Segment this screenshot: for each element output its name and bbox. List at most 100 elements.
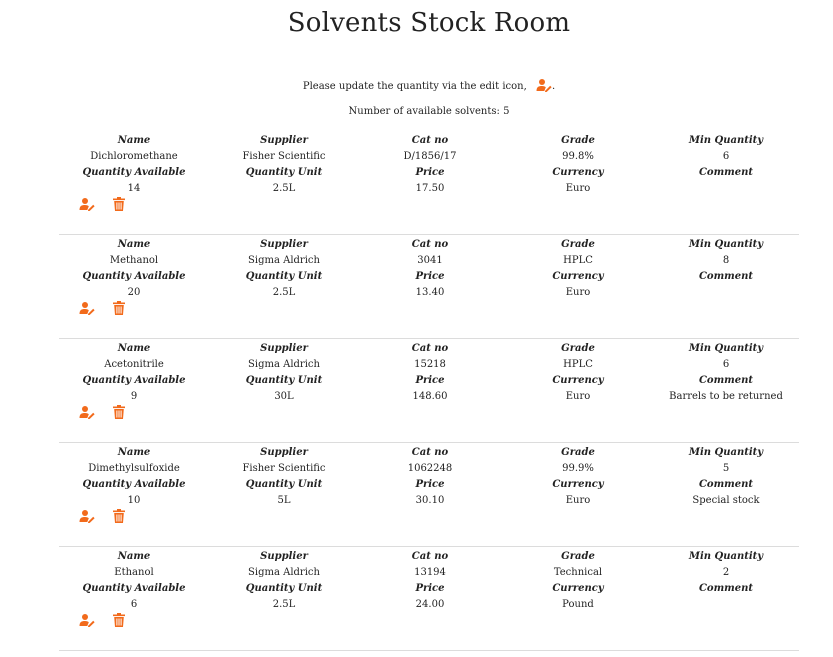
name-column: Name Acetonitrile Quantity Available 9	[59, 341, 209, 405]
count-label: Number of available solvents:	[348, 106, 500, 117]
min-quantity-header: Min Quantity	[688, 135, 764, 146]
grade-header: Grade	[561, 343, 595, 354]
solvent-name: Methanol	[109, 255, 159, 266]
min-quantity-column: Min Quantity 6 Comment Barrels to be ret…	[651, 341, 801, 405]
quantity-available-header: Quantity Available	[82, 271, 186, 282]
currency-value: Pound	[562, 599, 594, 610]
trash-icon	[113, 301, 125, 315]
grade-value: 99.9%	[562, 463, 594, 474]
comment-value: Barrels to be returned	[669, 391, 783, 402]
currency-header: Currency	[552, 167, 604, 178]
delete-button[interactable]	[113, 613, 129, 629]
edit-button[interactable]	[79, 301, 95, 317]
min-quantity-value: 6	[722, 359, 730, 370]
page-title: Solvents Stock Room	[287, 8, 571, 38]
price-header: Price	[415, 375, 445, 386]
supplier-header: Supplier	[260, 447, 308, 458]
solvent-count: Number of available solvents: 5	[0, 106, 833, 117]
quantity-available-header: Quantity Available	[82, 375, 186, 386]
quantity-unit-value: 30L	[274, 391, 294, 402]
cat-no-value: 15218	[414, 359, 446, 370]
trash-icon	[113, 405, 125, 419]
quantity-unit-value: 2.5L	[272, 287, 296, 298]
solvent-card: Name Acetonitrile Quantity Available 9 S…	[59, 339, 799, 443]
grade-column: Grade Technical Currency Pound	[503, 549, 653, 613]
edit-icon	[79, 406, 95, 419]
supplier-value: Fisher Scientific	[242, 463, 326, 474]
quantity-unit-value: 2.5L	[272, 599, 296, 610]
instruction-end: .	[551, 81, 556, 92]
supplier-column: Supplier Fisher Scientific Quantity Unit…	[209, 445, 359, 509]
currency-value: Euro	[565, 495, 591, 506]
currency-header: Currency	[552, 583, 604, 594]
quantity-available-header: Quantity Available	[82, 167, 186, 178]
currency-header: Currency	[552, 375, 604, 386]
instruction-label: Please update the quantity via the edit …	[302, 81, 527, 92]
edit-icon	[79, 614, 95, 627]
edit-icon	[536, 78, 552, 95]
min-quantity-column: Min Quantity 5 Comment Special stock	[651, 445, 801, 509]
supplier-header: Supplier	[260, 551, 308, 562]
supplier-header: Supplier	[260, 135, 308, 146]
quantity-available-value: 14	[127, 183, 141, 194]
min-quantity-value: 8	[722, 255, 730, 266]
quantity-available-value: 6	[130, 599, 138, 610]
name-column: Name Dimethylsulfoxide Quantity Availabl…	[59, 445, 209, 509]
instruction-text: Please update the quantity via the edit …	[0, 78, 833, 95]
price-value: 13.40	[415, 287, 445, 298]
comment-header: Comment	[698, 271, 754, 282]
delete-button[interactable]	[113, 509, 129, 525]
supplier-header: Supplier	[260, 239, 308, 250]
grade-column: Grade 99.8% Currency Euro	[503, 133, 653, 197]
supplier-value: Sigma Aldrich	[248, 255, 320, 266]
cat-no-value: D/1856/17	[403, 151, 457, 162]
price-header: Price	[415, 583, 445, 594]
quantity-unit-header: Quantity Unit	[245, 271, 323, 282]
name-header: Name	[117, 447, 151, 458]
comment-header: Comment	[698, 375, 754, 386]
edit-button[interactable]	[79, 509, 95, 525]
name-header: Name	[117, 239, 151, 250]
cat-no-header: Cat no	[411, 343, 449, 354]
edit-icon	[79, 302, 95, 315]
edit-button[interactable]	[79, 197, 95, 213]
page: Solvents Stock Room Please update the qu…	[0, 0, 833, 657]
solvent-name: Dichloromethane	[90, 151, 178, 162]
name-header: Name	[117, 343, 151, 354]
delete-button[interactable]	[113, 301, 129, 317]
grade-column: Grade 99.9% Currency Euro	[503, 445, 653, 509]
cat-no-value: 1062248	[407, 463, 453, 474]
currency-header: Currency	[552, 271, 604, 282]
grade-header: Grade	[561, 239, 595, 250]
delete-button[interactable]	[113, 197, 129, 213]
min-quantity-column: Min Quantity 2 Comment	[651, 549, 801, 597]
min-quantity-header: Min Quantity	[688, 551, 764, 562]
price-value: 17.50	[415, 183, 445, 194]
edit-button[interactable]	[79, 405, 95, 421]
quantity-unit-header: Quantity Unit	[245, 167, 323, 178]
solvent-name: Dimethylsulfoxide	[88, 463, 180, 474]
min-quantity-value: 6	[722, 151, 730, 162]
edit-icon	[79, 510, 95, 523]
min-quantity-header: Min Quantity	[688, 343, 764, 354]
min-quantity-value: 5	[722, 463, 730, 474]
supplier-column: Supplier Fisher Scientific Quantity Unit…	[209, 133, 359, 197]
grade-value: HPLC	[563, 255, 593, 266]
supplier-value: Fisher Scientific	[242, 151, 326, 162]
supplier-header: Supplier	[260, 343, 308, 354]
cat-no-header: Cat no	[411, 551, 449, 562]
currency-value: Euro	[565, 391, 591, 402]
comment-header: Comment	[698, 583, 754, 594]
name-header: Name	[117, 551, 151, 562]
price-header: Price	[415, 479, 445, 490]
supplier-value: Sigma Aldrich	[248, 567, 320, 578]
currency-value: Euro	[565, 183, 591, 194]
grade-header: Grade	[561, 447, 595, 458]
quantity-available-header: Quantity Available	[82, 583, 186, 594]
edit-button[interactable]	[79, 613, 95, 629]
quantity-unit-header: Quantity Unit	[245, 479, 323, 490]
supplier-value: Sigma Aldrich	[248, 359, 320, 370]
delete-button[interactable]	[113, 405, 129, 421]
min-quantity-value: 2	[722, 567, 730, 578]
cat-no-value: 13194	[414, 567, 446, 578]
